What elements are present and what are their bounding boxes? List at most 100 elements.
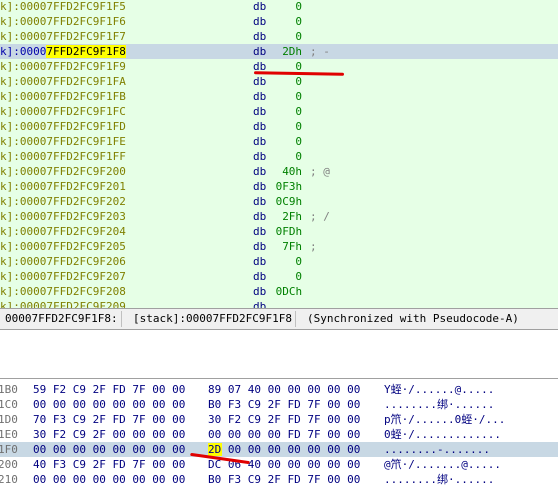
disasm-row[interactable]: k]:00007FFD2FC9F203 db 2Fh ; / xyxy=(0,209,558,224)
disasm-row[interactable]: k]:00007FFD2FC9F208 db 0DCh xyxy=(0,284,558,299)
disasm-address[interactable]: k]:00007FFD2FC9F1F6 xyxy=(0,14,126,29)
address-value: 7FFD2FC9F200 xyxy=(46,165,126,178)
operand[interactable]: 0DCh xyxy=(276,284,303,299)
mnemonic: db xyxy=(253,255,267,268)
operand[interactable]: 2Fh xyxy=(282,209,302,224)
hex-offset: 1C0 xyxy=(0,398,18,411)
operand[interactable]: 0 xyxy=(295,14,302,29)
hex-row[interactable]: 210 00 00 00 00 00 00 00 00 B0 F3 C9 2F FD… xyxy=(0,472,558,487)
disasm-address[interactable]: k]:00007FFD2FC9F201 xyxy=(0,179,126,194)
operand[interactable]: 0 xyxy=(295,104,302,119)
disasm-address[interactable]: k]:00007FFD2FC9F1FA xyxy=(0,74,126,89)
disasm-address[interactable]: k]:00007FFD2FC9F1FE xyxy=(0,134,126,149)
disasm-row[interactable]: k]:00007FFD2FC9F209 db xyxy=(0,299,558,308)
address-prefix: k]:0000 xyxy=(0,90,47,103)
disasm-address[interactable]: k]:00007FFD2FC9F1FC xyxy=(0,104,126,119)
disasm-row[interactable]: k]:00007FFD2FC9F200 db 40h ; @ xyxy=(0,164,558,179)
hex-row[interactable]: 1F0 00 00 00 00 00 00 00 00 2D 00 00 00 00… xyxy=(0,442,558,457)
operand[interactable]: 0F3h xyxy=(276,179,303,194)
disasm-address[interactable]: k]:00007FFD2FC9F203 xyxy=(0,209,126,224)
disasm-row[interactable]: k]:00007FFD2FC9F207 db 0 xyxy=(0,269,558,284)
disasm-address[interactable]: k]:00007FFD2FC9F202 xyxy=(0,194,126,209)
address-prefix: k]:0000 xyxy=(0,225,47,238)
operand[interactable]: 0 xyxy=(295,269,302,284)
disasm-address[interactable]: k]:00007FFD2FC9F1F5 xyxy=(0,0,126,14)
address-value: 7FFD2FC9F1FE xyxy=(46,135,126,148)
address-prefix: k]:0000 xyxy=(0,45,47,58)
hex-bytes-left: 70 F3 C9 2F FD 7F 00 00 xyxy=(33,413,186,426)
operand[interactable]: 0 xyxy=(295,119,302,134)
disassembly-view[interactable]: k]:00007FFD2FC9F1F5 db 0 k]:00007FFD2FC9F1F… xyxy=(0,0,558,308)
operand[interactable]: 0 xyxy=(295,74,302,89)
disasm-row[interactable]: k]:00007FFD2FC9F1FC db 0 xyxy=(0,104,558,119)
operand[interactable]: 40h xyxy=(282,164,302,179)
address-prefix: k]:0000 xyxy=(0,240,47,253)
disasm-row[interactable]: k]:00007FFD2FC9F206 db 0 xyxy=(0,254,558,269)
hex-bytes-left: 00 00 00 00 00 00 00 00 xyxy=(33,398,186,411)
disasm-address[interactable]: k]:00007FFD2FC9F1FD xyxy=(0,119,126,134)
mnemonic: db xyxy=(253,150,267,163)
address-value: 7FFD2FC9F1F6 xyxy=(46,15,126,28)
operand[interactable]: 0 xyxy=(295,0,302,14)
disasm-row[interactable]: k]:00007FFD2FC9F1F8 db 2Dh ; - xyxy=(0,44,558,59)
hex-row[interactable]: 1B0 59 F2 C9 2F FD 7F 00 00 89 07 40 00 00… xyxy=(0,382,558,397)
hex-ascii: Y蛭·/......@..... xyxy=(384,383,495,396)
address-value: 7FFD2FC9F1F9 xyxy=(46,60,126,73)
mnemonic: db xyxy=(253,165,267,178)
disasm-address[interactable]: k]:00007FFD2FC9F207 xyxy=(0,269,126,284)
status-sync: (Synchronized with Pseudocode-A) xyxy=(304,311,522,327)
disasm-row[interactable]: k]:00007FFD2FC9F1FF db 0 xyxy=(0,149,558,164)
operand[interactable]: 0 xyxy=(295,89,302,104)
address-value: 7FFD2FC9F206 xyxy=(46,255,126,268)
operand[interactable]: 0 xyxy=(295,134,302,149)
disasm-address[interactable]: k]:00007FFD2FC9F1FB xyxy=(0,89,126,104)
mnemonic: db xyxy=(253,120,267,133)
disasm-address[interactable]: k]:00007FFD2FC9F1F9 xyxy=(0,59,126,74)
disasm-row[interactable]: k]:00007FFD2FC9F204 db 0FDh xyxy=(0,224,558,239)
operand[interactable]: 0 xyxy=(295,29,302,44)
disasm-address[interactable]: k]:00007FFD2FC9F208 xyxy=(0,284,126,299)
disasm-row[interactable]: k]:00007FFD2FC9F1FB db 0 xyxy=(0,89,558,104)
disasm-address[interactable]: k]:00007FFD2FC9F209 xyxy=(0,299,126,308)
disasm-address[interactable]: k]:00007FFD2FC9F1FF xyxy=(0,149,126,164)
disasm-row[interactable]: k]:00007FFD2FC9F1F5 db 0 xyxy=(0,0,558,14)
hex-bytes-right: 89 07 40 00 00 00 00 00 xyxy=(208,383,361,396)
disasm-address[interactable]: k]:00007FFD2FC9F205 xyxy=(0,239,126,254)
disasm-address[interactable]: k]:00007FFD2FC9F206 xyxy=(0,254,126,269)
disasm-row[interactable]: k]:00007FFD2FC9F202 db 0C9h xyxy=(0,194,558,209)
hex-view[interactable]: 1B0 59 F2 C9 2F FD 7F 00 00 89 07 40 00 00… xyxy=(0,378,558,488)
address-prefix: k]:0000 xyxy=(0,210,47,223)
comment: ; / xyxy=(310,210,330,223)
hex-row[interactable]: 1D0 70 F3 C9 2F FD 7F 00 00 30 F2 C9 2F FD… xyxy=(0,412,558,427)
address-prefix: k]:0000 xyxy=(0,75,47,88)
address-value: 7FFD2FC9F1FF xyxy=(46,150,126,163)
hex-row[interactable]: 1C0 00 00 00 00 00 00 00 00 B0 F3 C9 2F FD… xyxy=(0,397,558,412)
mnemonic: db xyxy=(253,300,267,308)
disasm-row[interactable]: k]:00007FFD2FC9F1FE db 0 xyxy=(0,134,558,149)
operand[interactable]: 0 xyxy=(295,149,302,164)
operand[interactable]: 7Fh xyxy=(282,239,302,254)
mnemonic: db xyxy=(253,0,267,13)
mnemonic: db xyxy=(253,90,267,103)
disasm-address[interactable]: k]:00007FFD2FC9F1F8 xyxy=(0,44,126,59)
disasm-address[interactable]: k]:00007FFD2FC9F1F7 xyxy=(0,29,126,44)
mnemonic: db xyxy=(253,15,267,28)
disasm-row[interactable]: k]:00007FFD2FC9F201 db 0F3h xyxy=(0,179,558,194)
comment: ; xyxy=(310,240,317,253)
disasm-row[interactable]: k]:00007FFD2FC9F1FA db 0 xyxy=(0,74,558,89)
operand[interactable]: 2Dh xyxy=(282,44,302,59)
operand[interactable]: 0C9h xyxy=(276,194,303,209)
disasm-row[interactable]: k]:00007FFD2FC9F1F6 db 0 xyxy=(0,14,558,29)
disasm-address[interactable]: k]:00007FFD2FC9F200 xyxy=(0,164,126,179)
hex-row[interactable]: 1E0 30 F2 C9 2F 00 00 00 00 00 00 00 00 FD… xyxy=(0,427,558,442)
hex-row[interactable]: 20040 F3 C9 2F FD 7F 00 00DC 06 40 00 00… xyxy=(0,457,558,472)
disasm-row[interactable]: k]:00007FFD2FC9F1F7 db 0 xyxy=(0,29,558,44)
mnemonic: db xyxy=(253,75,267,88)
hex-bytes-left: 59 F2 C9 2F FD 7F 00 00 xyxy=(33,383,186,396)
address-prefix: k]:0000 xyxy=(0,60,47,73)
disasm-row[interactable]: k]:00007FFD2FC9F1FD db 0 xyxy=(0,119,558,134)
operand[interactable]: 0FDh xyxy=(276,224,303,239)
operand[interactable]: 0 xyxy=(295,254,302,269)
disasm-address[interactable]: k]:00007FFD2FC9F204 xyxy=(0,224,126,239)
disasm-row[interactable]: k]:00007FFD2FC9F205 db 7Fh; xyxy=(0,239,558,254)
